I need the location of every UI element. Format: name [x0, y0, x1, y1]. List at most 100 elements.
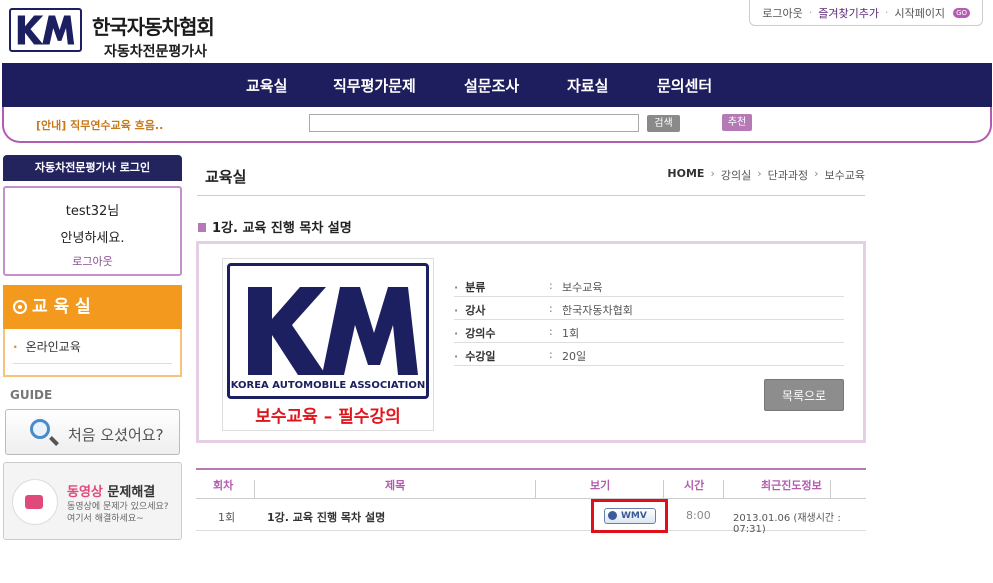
- nav-item-survey[interactable]: 설문조사: [464, 75, 519, 96]
- km-logo-icon: [17, 15, 75, 45]
- column-divider: [535, 480, 536, 498]
- video-help-desc: 동영상에 문제가 있으세요? 여기서 해결하세요~: [67, 501, 169, 525]
- highlight-box: WMV: [591, 499, 668, 533]
- info-key: 강사: [454, 302, 485, 318]
- km-logo-large-svg: [248, 287, 418, 375]
- cell-progress: 2013.01.06 (재생시간 : 07:31): [733, 513, 841, 535]
- chevron-right-icon: ›: [710, 167, 715, 180]
- wmv-play-button[interactable]: WMV: [604, 508, 656, 524]
- site-title: 한국자동차협회 자동차전문평가사: [92, 11, 215, 61]
- sub-bar: [안내] 직무연수교육 흐음.. 검색 추천: [2, 107, 992, 143]
- info-value: 보수교육: [562, 281, 603, 294]
- col-header-progress: 최근진도정보: [761, 479, 822, 492]
- breadcrumb-home[interactable]: HOME: [667, 167, 704, 183]
- course-info-box: KOREA AUTOMOBILE ASSOCIATION 보수교육 – 필수강의…: [196, 241, 866, 443]
- notice-ticker[interactable]: [안내] 직무연수교육 흐음..: [36, 117, 163, 133]
- login-box: test32님 안녕하세요. 로그아웃: [3, 186, 182, 276]
- info-key: 수강일: [454, 348, 495, 364]
- first-visit-label: 처음 오셨어요?: [68, 426, 164, 444]
- video-help-title-rest: 문제해결: [102, 485, 156, 500]
- nav-item-classroom[interactable]: 교육실: [246, 75, 287, 96]
- back-to-list-button[interactable]: 목록으로: [764, 379, 844, 411]
- guide-label: GUIDE: [10, 388, 53, 402]
- login-title: 자동차전문평가사 로그인: [3, 155, 182, 181]
- breadcrumb-lecture-room[interactable]: 강의실: [721, 167, 751, 183]
- info-row-instructor: 강사 : 한국자동차협회: [454, 297, 844, 320]
- chevron-right-icon: ›: [757, 167, 762, 180]
- section-title: 교 육 실: [3, 285, 182, 329]
- breadcrumb-single-course[interactable]: 단과과정: [768, 167, 808, 183]
- logo[interactable]: [9, 8, 82, 52]
- nav-item-resources[interactable]: 자료실: [567, 75, 608, 96]
- col-header-title: 제목: [385, 479, 406, 492]
- recommend-button[interactable]: 추천: [722, 114, 752, 131]
- info-colon: :: [549, 325, 553, 338]
- column-divider: [254, 480, 255, 498]
- table-row: 1회 1강. 교육 진행 목차 설명 WMV 8:00 2013.01.06 (…: [196, 499, 866, 535]
- video-help-desc-line2: 여기서 해결하세요~: [67, 514, 144, 524]
- first-visit-button[interactable]: 처음 오셨어요?: [5, 409, 180, 455]
- lesson-title-text: 1강. 교육 진행 목차 설명: [212, 221, 352, 236]
- course-thumbnail: KOREA AUTOMOBILE ASSOCIATION 보수교육 – 필수강의: [222, 258, 434, 431]
- info-key: 강의수: [454, 325, 495, 341]
- info-colon: :: [549, 279, 553, 292]
- cell-time: 8:00: [686, 509, 711, 522]
- bullet-square-icon: [198, 223, 206, 232]
- info-value: 한국자동차협회: [562, 304, 633, 317]
- site-title-line2: 자동차전문평가사: [104, 44, 208, 60]
- thumbnail-caption: 보수교육 – 필수강의: [255, 407, 401, 427]
- info-key: 분류: [454, 279, 485, 295]
- lecture-table: 회차 제목 보기 시간 최근진도정보 1회 1강. 교육 진행 목차 설명 WM…: [196, 468, 866, 535]
- info-value: 1회: [562, 327, 580, 340]
- homepage-link[interactable]: 시작페이지: [894, 5, 945, 21]
- col-header-no: 회차: [213, 479, 234, 492]
- sidebar-logout-link[interactable]: 로그아웃: [5, 253, 180, 269]
- info-row-category: 분류 : 보수교육: [454, 274, 844, 297]
- user-name: test32님: [65, 204, 120, 219]
- go-badge[interactable]: GO: [953, 7, 970, 18]
- nav-item-contact[interactable]: 문의센터: [657, 75, 712, 96]
- search-button[interactable]: 검색: [647, 115, 680, 132]
- site-title-line1: 한국자동차협회: [92, 15, 215, 39]
- greeting: 안녕하세요.: [60, 231, 125, 246]
- info-colon: :: [549, 348, 553, 361]
- info-row-study-days: 수강일 : 20일: [454, 343, 844, 366]
- video-camera-icon: [12, 479, 58, 525]
- video-help-button[interactable]: 동영상 문제해결 동영상에 문제가 있으세요? 여기서 해결하세요~: [3, 462, 182, 540]
- divider: [197, 195, 865, 196]
- top-links: 로그아웃 · 즐겨찾기추가 · 시작페이지 GO: [749, 0, 983, 26]
- separator: ·: [884, 6, 889, 19]
- target-icon: [13, 300, 27, 314]
- col-header-view: 보기: [590, 479, 611, 492]
- video-help-title: 동영상 문제해결: [67, 481, 155, 500]
- breadcrumb-refresher: 보수교육: [824, 169, 865, 182]
- video-help-title-highlight: 동영상: [67, 485, 103, 500]
- breadcrumb: HOME › 강의실 › 단과과정 › 보수교육: [667, 167, 865, 183]
- chevron-right-icon: ›: [814, 167, 819, 180]
- km-logo-large-icon: [227, 263, 429, 399]
- cell-title[interactable]: 1강. 교육 진행 목차 설명: [267, 509, 385, 525]
- favorite-link[interactable]: 즐겨찾기추가: [818, 5, 879, 21]
- info-value: 20일: [562, 350, 587, 363]
- main-nav: 교육실 직무평가문제 설문조사 자료실 문의센터: [2, 63, 992, 107]
- page-title: 교육실: [205, 168, 247, 186]
- cell-no: 1회: [218, 511, 236, 524]
- column-divider: [830, 480, 831, 498]
- sidebar-item-online-education[interactable]: 온라인교육: [13, 338, 172, 364]
- logout-link[interactable]: 로그아웃: [762, 5, 802, 21]
- info-colon: :: [549, 302, 553, 315]
- search-input[interactable]: [309, 114, 639, 132]
- section-menu: 온라인교육: [3, 329, 182, 377]
- column-divider: [723, 480, 724, 498]
- video-help-desc-line1: 동영상에 문제가 있으세요?: [67, 502, 169, 512]
- column-divider: [663, 480, 664, 498]
- thumbnail-association: KOREA AUTOMOBILE ASSOCIATION: [230, 380, 426, 391]
- lesson-title: 1강. 교육 진행 목차 설명: [198, 217, 352, 236]
- section-title-text: 교 육 실: [32, 297, 91, 317]
- nav-item-evaluation[interactable]: 직무평가문제: [333, 75, 416, 96]
- table-header: 회차 제목 보기 시간 최근진도정보: [196, 468, 866, 499]
- magnifier-icon: [30, 419, 50, 439]
- col-header-time: 시간: [684, 479, 705, 492]
- info-row-lecture-count: 강의수 : 1회: [454, 320, 844, 343]
- separator: ·: [808, 6, 813, 19]
